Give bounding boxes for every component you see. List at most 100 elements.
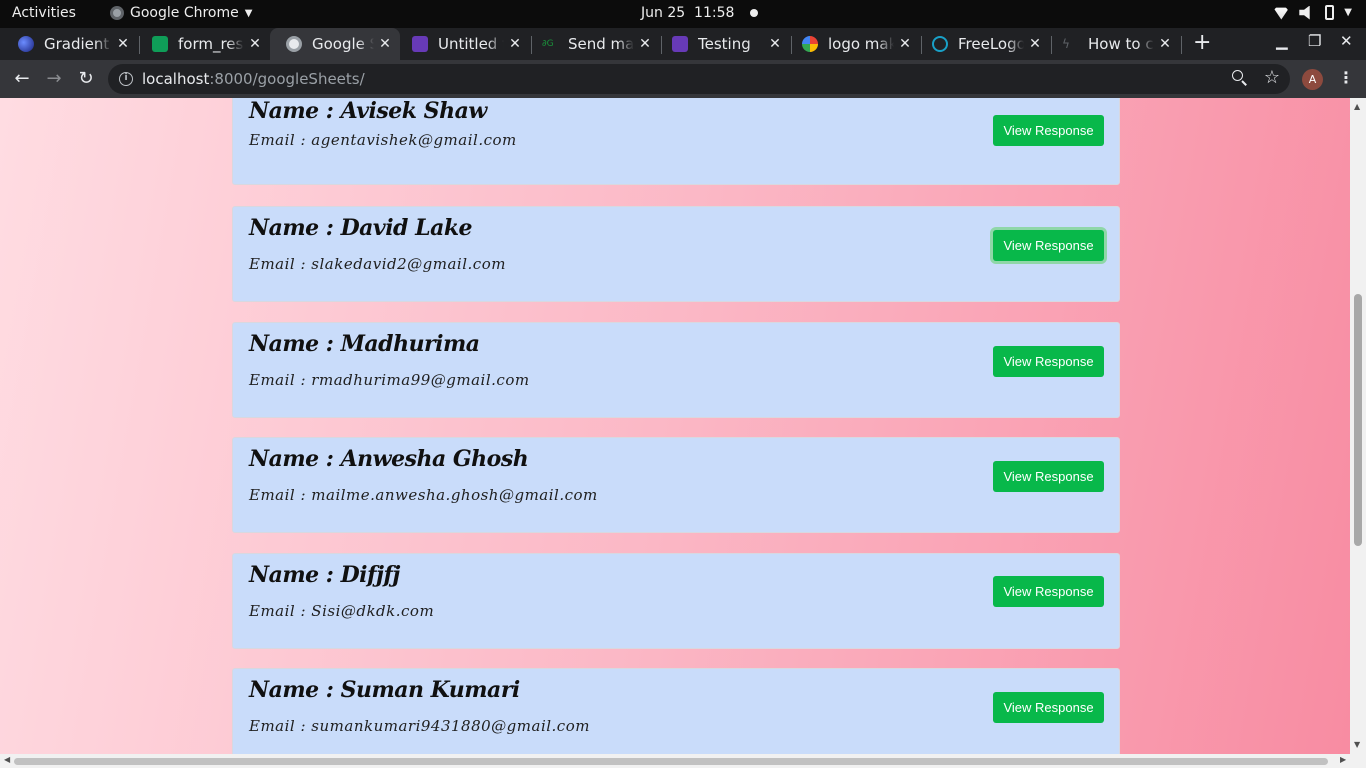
profile-avatar[interactable]: A <box>1302 69 1323 90</box>
wifi-icon <box>1273 7 1290 20</box>
tab-form-resp[interactable]: form_resp ✕ <box>136 28 270 60</box>
tab-title: Send mail <box>568 35 634 53</box>
view-response-button[interactable]: View Response <box>993 576 1104 607</box>
tab-untitled-form[interactable]: Untitled f ✕ <box>396 28 530 60</box>
view-response-button[interactable]: View Response <box>993 346 1104 377</box>
vertical-scroll-thumb[interactable] <box>1354 294 1362 546</box>
respondent-email: Email : mailme.anwesha.ghosh@gmail.com <box>249 486 598 504</box>
respondent-email: Email : rmadhurima99@gmail.com <box>249 371 530 389</box>
restore-window-button[interactable]: ❐ <box>1308 32 1321 50</box>
close-window-button[interactable]: ✕ <box>1340 32 1353 50</box>
horizontal-scrollbar[interactable]: ◀ ▶ <box>0 754 1366 768</box>
close-tab-icon[interactable]: ✕ <box>116 36 130 52</box>
tab-title: FreeLogo <box>958 35 1024 53</box>
response-card: Name : Madhurima Email : rmadhurima99@gm… <box>232 322 1120 418</box>
tab-how-to[interactable]: ϟ How to c ✕ <box>1046 28 1180 60</box>
horizontal-scroll-thumb[interactable] <box>14 758 1328 765</box>
response-card: Name : Avisek Shaw Email : agentavishek@… <box>232 98 1120 185</box>
activities-button[interactable]: Activities <box>12 5 76 21</box>
close-tab-icon[interactable]: ✕ <box>898 36 912 52</box>
tab-freelogo[interactable]: FreeLogo ✕ <box>916 28 1050 60</box>
volume-icon <box>1299 5 1310 20</box>
respondent-name: Name : Anwesha Ghosh <box>249 446 529 472</box>
scroll-left-arrow-icon[interactable]: ◀ <box>4 755 10 764</box>
notification-dot-icon <box>750 9 759 17</box>
tab-testing[interactable]: Testing ✕ <box>656 28 790 60</box>
vertical-scrollbar[interactable]: ▲ ▼ <box>1350 98 1366 754</box>
close-tab-icon[interactable]: ✕ <box>508 36 522 52</box>
response-card: Name : Suman Kumari Email : sumankumari9… <box>232 668 1120 754</box>
tab-logo-maker[interactable]: logo make ✕ <box>786 28 920 60</box>
scroll-right-arrow-icon[interactable]: ▶ <box>1340 755 1346 764</box>
globe-favicon-icon <box>286 36 302 52</box>
tab-title: Untitled f <box>438 35 504 53</box>
address-bar[interactable]: i localhost:8000/googleSheets/ ☆ <box>108 64 1290 94</box>
tab-title: logo make <box>828 35 894 53</box>
tab-title: Gradient <box>44 35 110 53</box>
loading-favicon-icon: ϟ <box>1062 37 1070 51</box>
battery-icon <box>1325 5 1335 20</box>
respondent-name: Name : Difjfj <box>249 562 400 588</box>
send-mail-favicon-icon: ∂G <box>542 39 554 49</box>
new-tab-button[interactable]: + <box>1193 30 1211 55</box>
tab-strip: Gradient ✕ form_resp ✕ Google Sh ✕ Untit… <box>0 28 1366 60</box>
tab-title: Testing <box>698 35 751 53</box>
respondent-name: Name : David Lake <box>249 215 473 241</box>
close-tab-icon[interactable]: ✕ <box>638 36 652 52</box>
browser-menu-icon[interactable]: ⋮ <box>1338 68 1354 87</box>
system-top-bar: Activities Google Chrome ▼ Jun 25 11:58 … <box>0 0 1366 28</box>
view-response-button[interactable]: View Response <box>993 115 1104 146</box>
sheets-favicon-icon <box>152 36 168 52</box>
reload-button[interactable]: ↻ <box>73 66 99 92</box>
freelogo-favicon-icon <box>932 36 948 52</box>
minimize-window-button[interactable]: ▁ <box>1276 32 1288 50</box>
clock-date-time: Jun 25 11:58 <box>641 5 735 21</box>
scroll-down-arrow-icon[interactable]: ▼ <box>1354 740 1360 749</box>
app-name: Google Chrome <box>130 5 239 21</box>
respondent-email: Email : slakedavid2@gmail.com <box>249 255 506 273</box>
back-button[interactable]: ← <box>9 66 35 92</box>
tab-title: How to c <box>1088 35 1154 53</box>
view-response-button[interactable]: View Response <box>993 230 1104 261</box>
app-menu[interactable]: Google Chrome ▼ <box>110 5 252 21</box>
close-tab-icon[interactable]: ✕ <box>248 36 262 52</box>
view-response-button[interactable]: View Response <box>993 461 1104 492</box>
page-viewport: Name : Avisek Shaw Email : agentavishek@… <box>0 98 1350 754</box>
respondent-email: Email : agentavishek@gmail.com <box>249 131 517 149</box>
clock[interactable]: Jun 25 11:58 <box>641 5 759 21</box>
bookmark-star-icon[interactable]: ☆ <box>1264 67 1280 88</box>
respondent-name: Name : Avisek Shaw <box>249 98 487 124</box>
tab-send-mail[interactable]: ∂G Send mail ✕ <box>526 28 660 60</box>
scroll-up-arrow-icon[interactable]: ▲ <box>1354 102 1360 111</box>
respondent-name: Name : Madhurima <box>249 331 480 357</box>
view-response-button[interactable]: View Response <box>993 692 1104 723</box>
forms-favicon-icon <box>672 36 688 52</box>
close-tab-icon[interactable]: ✕ <box>768 36 782 52</box>
url-text[interactable]: localhost:8000/googleSheets/ <box>142 70 365 88</box>
respondent-name: Name : Suman Kumari <box>249 677 520 703</box>
chrome-icon <box>110 6 124 20</box>
tab-title: Google Sh <box>312 35 374 53</box>
caret-down-icon: ▼ <box>244 7 253 19</box>
forms-favicon-icon <box>412 36 428 52</box>
close-tab-icon[interactable]: ✕ <box>1158 36 1172 52</box>
site-info-icon[interactable]: i <box>119 72 133 86</box>
tab-google-sheets[interactable]: Google Sh ✕ <box>270 28 400 60</box>
tab-separator <box>1181 36 1182 54</box>
respondent-email: Email : sumankumari9431880@gmail.com <box>249 717 590 735</box>
forward-button[interactable]: → <box>41 66 67 92</box>
zoom-icon[interactable] <box>1232 70 1248 86</box>
gradient-favicon-icon <box>18 36 34 52</box>
tray-caret-icon: ▼ <box>1344 7 1352 18</box>
tab-gradient[interactable]: Gradient ✕ <box>2 28 138 60</box>
google-favicon-icon <box>802 36 818 52</box>
browser-toolbar: ← → ↻ i localhost:8000/googleSheets/ ☆ A… <box>0 60 1366 98</box>
close-tab-icon[interactable]: ✕ <box>378 36 392 52</box>
response-card: Name : David Lake Email : slakedavid2@gm… <box>232 206 1120 302</box>
close-tab-icon[interactable]: ✕ <box>1028 36 1042 52</box>
system-tray[interactable]: ▼ <box>1273 5 1352 20</box>
response-card: Name : Difjfj Email : Sisi@dkdk.com View… <box>232 553 1120 649</box>
respondent-email: Email : Sisi@dkdk.com <box>249 602 435 620</box>
tab-title: form_resp <box>178 35 244 53</box>
response-card: Name : Anwesha Ghosh Email : mailme.anwe… <box>232 437 1120 533</box>
